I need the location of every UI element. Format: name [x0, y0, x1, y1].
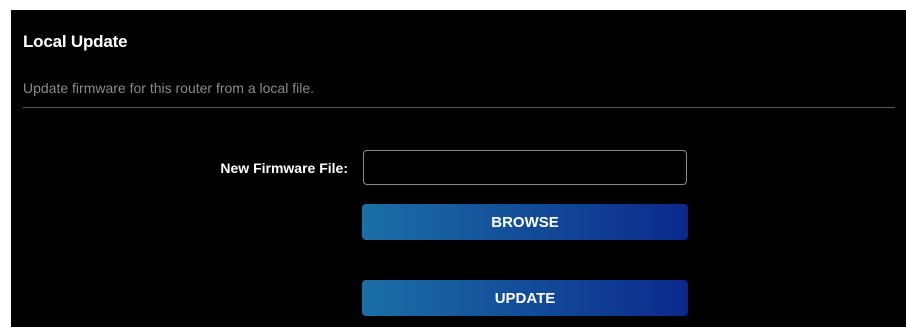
update-button[interactable]: UPDATE: [362, 280, 688, 316]
panel-title: Local Update: [23, 32, 128, 51]
panel-subtitle: Update firmware for this router from a l…: [23, 80, 314, 96]
browse-button[interactable]: BROWSE: [362, 204, 688, 240]
firmware-file-input[interactable]: [363, 150, 687, 185]
local-update-panel: Local Update Update firmware for this ro…: [11, 10, 906, 327]
section-divider: [23, 107, 895, 108]
firmware-file-label: New Firmware File:: [220, 160, 348, 176]
